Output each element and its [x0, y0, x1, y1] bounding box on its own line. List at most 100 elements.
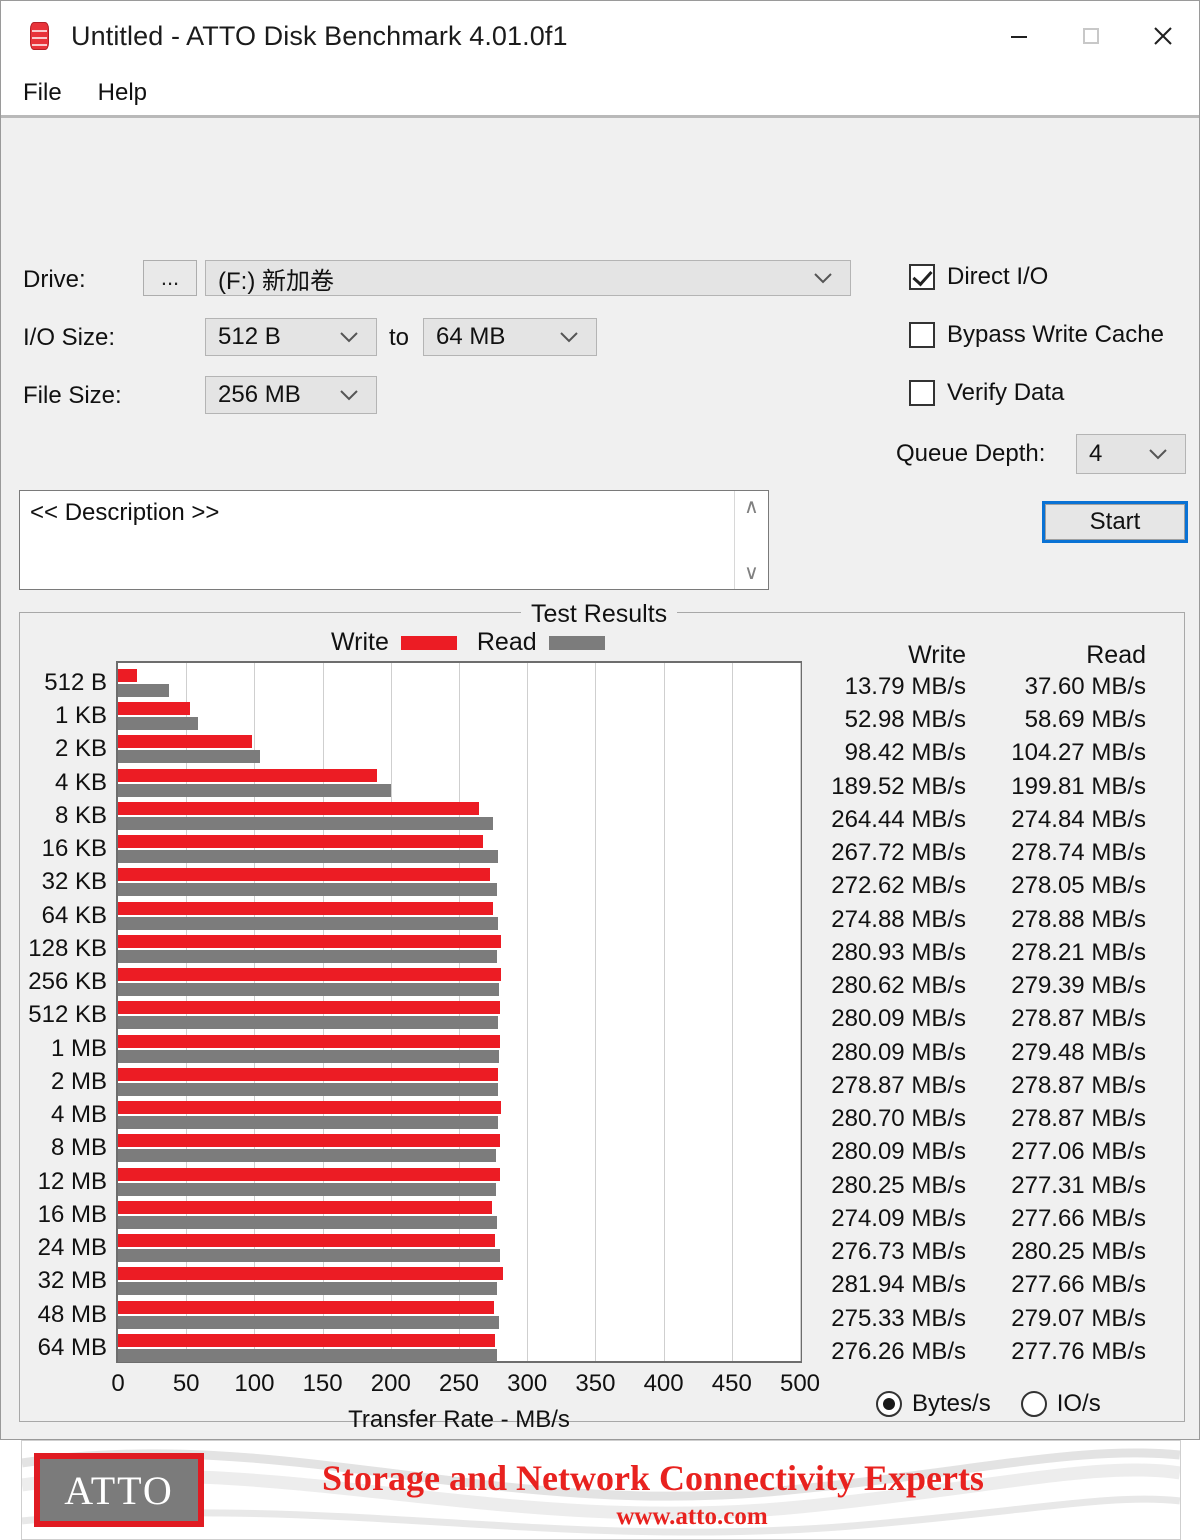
- chevron-down-icon: [812, 264, 834, 292]
- window-title: Untitled - ATTO Disk Benchmark 4.01.0f1: [71, 20, 568, 51]
- chart-x-tick-label: 50: [172, 1370, 200, 1397]
- start-button[interactable]: Start: [1042, 501, 1188, 543]
- checkbox-box-icon: [909, 322, 935, 348]
- write-value-cell: 280.09 MB/s: [831, 1005, 966, 1033]
- chart-bar-write: [118, 669, 137, 682]
- read-value-cell: 278.88 MB/s: [1011, 905, 1146, 933]
- read-value-cell: 277.31 MB/s: [1011, 1171, 1146, 1199]
- menu-item-file[interactable]: File: [23, 79, 62, 107]
- chart-y-tick-label: 1 KB: [54, 702, 107, 730]
- units-radio-group: Bytes/s IO/s: [876, 1390, 1131, 1418]
- chart-x-tick-label: 350: [575, 1370, 616, 1397]
- chart-bar-read: [118, 816, 493, 830]
- file-size-value: 256 MB: [218, 381, 301, 408]
- chart-x-tick-label: 150: [302, 1370, 343, 1397]
- chart-bar-read: [118, 850, 499, 864]
- verify-data-label: Verify Data: [947, 379, 1065, 406]
- chart-bar-read: [118, 1016, 499, 1030]
- read-value-cell: 278.05 MB/s: [1011, 872, 1146, 900]
- bytes-per-second-radio[interactable]: [876, 1391, 902, 1417]
- chart-bar-write: [118, 1300, 494, 1314]
- queue-depth-label: Queue Depth:: [896, 440, 1046, 467]
- bypass-write-cache-checkbox[interactable]: Bypass Write Cache: [909, 321, 1164, 349]
- chart-x-tick-label: 100: [234, 1370, 275, 1397]
- read-value-cell: 58.69 MB/s: [1024, 706, 1146, 734]
- chart-y-tick-label: 64 KB: [41, 901, 107, 929]
- chart-y-tick-label: 1 MB: [50, 1034, 107, 1062]
- read-value-cell: 278.87 MB/s: [1011, 1105, 1146, 1133]
- read-value-cell: 199.81 MB/s: [1011, 772, 1146, 800]
- menu-item-help[interactable]: Help: [98, 79, 147, 107]
- queue-depth-select[interactable]: 4: [1076, 434, 1186, 474]
- queue-depth-value: 4: [1089, 440, 1103, 467]
- chart-bar-read: [118, 983, 500, 997]
- read-value-cell: 277.76 MB/s: [1011, 1337, 1146, 1365]
- drive-browse-button[interactable]: ...: [143, 260, 197, 296]
- direct-io-checkbox[interactable]: Direct I/O: [909, 263, 1048, 291]
- chart-y-tick-label: 16 MB: [37, 1200, 107, 1228]
- description-scrollbar[interactable]: ∧ ∨: [734, 491, 768, 589]
- legend-read-label: Read: [476, 628, 537, 656]
- chart-bar-read: [118, 684, 170, 697]
- chart-x-tick-label: 200: [370, 1370, 411, 1397]
- io-size-to-select[interactable]: 64 MB: [423, 318, 597, 356]
- chevron-down-icon: [338, 381, 360, 409]
- chart-y-tick-label: 12 MB: [37, 1167, 107, 1195]
- io-size-from-select[interactable]: 512 B: [205, 318, 377, 356]
- disk-stack-icon: [23, 19, 57, 53]
- bytes-per-second-label: Bytes/s: [912, 1390, 991, 1417]
- chart-y-tick-label: 256 KB: [28, 968, 107, 996]
- io-per-second-label: IO/s: [1056, 1390, 1101, 1417]
- description-textarea[interactable]: << Description >> ∧ ∨: [19, 490, 769, 590]
- read-value-cell: 277.06 MB/s: [1011, 1138, 1146, 1166]
- minimize-button[interactable]: [983, 1, 1055, 71]
- io-size-from-value: 512 B: [218, 323, 281, 350]
- chart-gridline: [663, 663, 665, 1361]
- chart-bar-read: [118, 717, 199, 731]
- chart-bar-read: [118, 916, 499, 930]
- chart-bar-read: [118, 1282, 497, 1296]
- chart-bar-write: [118, 868, 490, 882]
- window-controls: [983, 1, 1199, 71]
- scroll-up-icon[interactable]: ∧: [744, 497, 759, 517]
- scroll-down-icon[interactable]: ∨: [744, 563, 759, 583]
- write-value-cell: 280.09 MB/s: [831, 1138, 966, 1166]
- write-value-cell: 189.52 MB/s: [831, 772, 966, 800]
- read-value-cell: 278.74 MB/s: [1011, 839, 1146, 867]
- chart-bar-read: [118, 1215, 497, 1229]
- description-text: << Description >>: [30, 499, 220, 526]
- chart-bar-write: [118, 1333, 495, 1347]
- chart-bar-read: [118, 1249, 501, 1263]
- chart-bar-write: [118, 1267, 503, 1281]
- chart-gridline: [731, 663, 733, 1361]
- drive-select[interactable]: (F:) 新加卷: [205, 260, 851, 296]
- write-value-cell: 280.09 MB/s: [831, 1038, 966, 1066]
- legend-write-label: Write: [331, 628, 389, 656]
- chart-y-tick-label: 4 MB: [50, 1101, 107, 1129]
- chart-bar-read: [118, 783, 391, 797]
- drive-select-value: (F:) 新加卷: [218, 267, 334, 295]
- chart-y-tick-label: 2 MB: [50, 1067, 107, 1095]
- atto-logo-text: ATTO: [64, 1467, 174, 1513]
- close-button[interactable]: [1127, 1, 1199, 71]
- chart-gridline: [527, 663, 529, 1361]
- verify-data-checkbox[interactable]: Verify Data: [909, 379, 1064, 407]
- chart-bar-read: [118, 1082, 499, 1096]
- file-size-label: File Size:: [23, 382, 122, 409]
- read-value-cell: 278.21 MB/s: [1011, 938, 1146, 966]
- chart-x-tick-label: 500: [779, 1370, 821, 1397]
- maximize-button[interactable]: [1055, 1, 1127, 71]
- chart-bar-write: [118, 1001, 501, 1015]
- banner-url[interactable]: www.atto.com: [616, 1503, 767, 1531]
- write-value-cell: 280.70 MB/s: [831, 1105, 966, 1133]
- file-size-select[interactable]: 256 MB: [205, 376, 377, 414]
- io-per-second-radio[interactable]: [1020, 1391, 1047, 1417]
- chart-y-tick-label: 8 MB: [50, 1134, 107, 1162]
- chart-bar-write: [118, 1101, 501, 1115]
- chart-bar-read: [118, 883, 498, 897]
- write-value-cell: 274.09 MB/s: [831, 1204, 966, 1232]
- write-value-cell: 276.73 MB/s: [831, 1238, 966, 1266]
- chart-bar-write: [118, 1200, 492, 1214]
- chart-y-tick-label: 512 B: [44, 669, 107, 696]
- chart-y-tick-label: 512 KB: [28, 1001, 107, 1029]
